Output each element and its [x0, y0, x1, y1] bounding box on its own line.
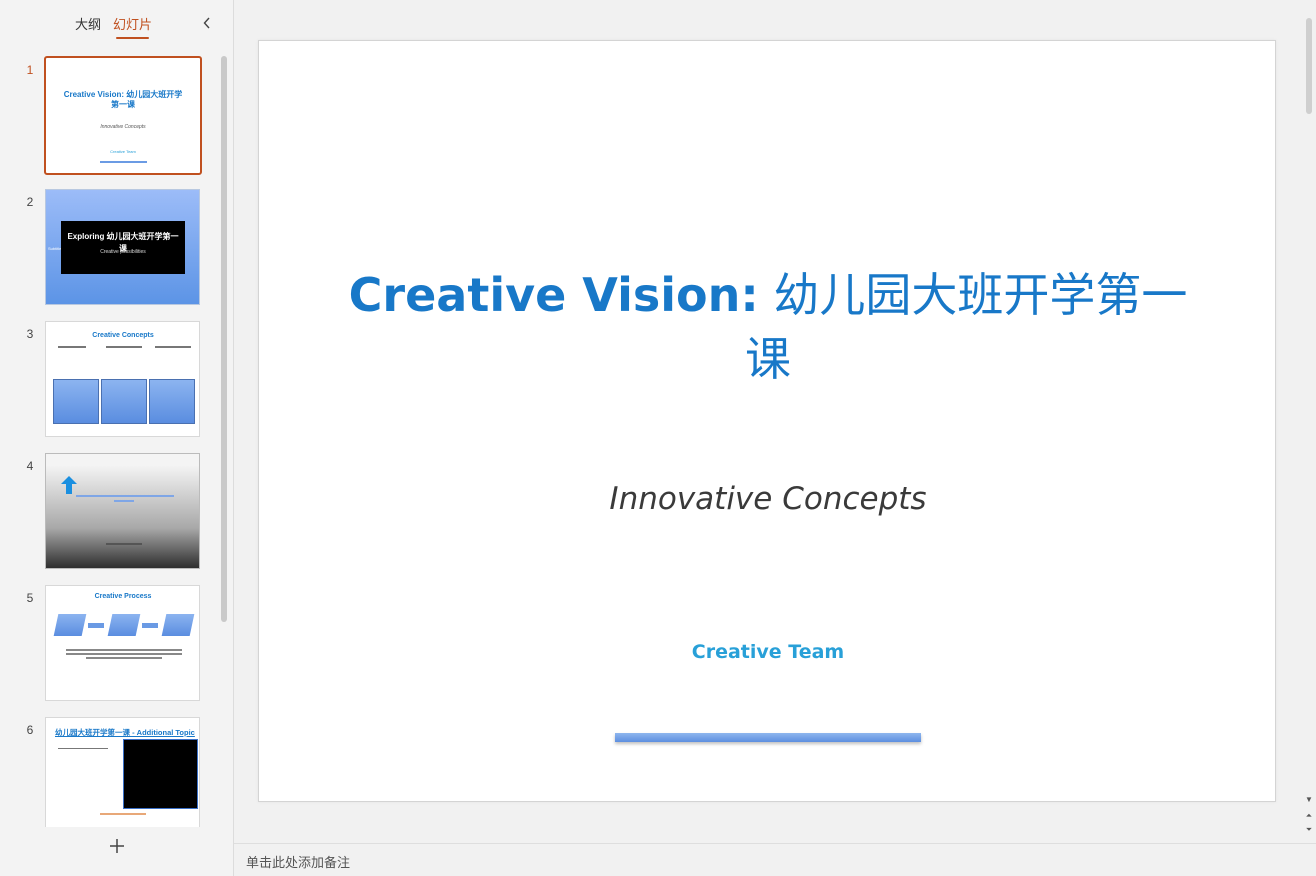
thumb-text-line [114, 500, 134, 502]
thumb-step [161, 614, 195, 636]
slide-number: 3 [26, 327, 34, 341]
thumb-dark-box: Exploring 幼儿园大班开学第一课 Creative possibilit… [61, 221, 185, 274]
slide-editor: Creative Vision: 幼儿园大班开学第一课 Innovative C… [234, 0, 1302, 843]
arrow-up-icon [61, 476, 77, 494]
slide-thumbnail-5[interactable]: Creative Process [45, 585, 200, 701]
slide-title-en: Creative Vision: [348, 268, 759, 322]
slide-team[interactable]: Creative Team [259, 641, 1277, 663]
thumb-bar [100, 161, 147, 163]
plus-icon [110, 839, 124, 853]
slide-number: 6 [26, 723, 34, 737]
thumb-text-line [58, 748, 108, 749]
thumbnail-row: 2 Subtitle Exploring 幼儿园大班开学第一课 Creative… [0, 189, 220, 307]
thumb-step [107, 614, 141, 636]
thumb-title: 幼儿园大班开学第一课 - Additional Topic [55, 728, 195, 737]
thumb-image [123, 739, 198, 809]
thumb-title: Creative Vision: 幼儿园大班开学第一课 [63, 90, 183, 109]
thumbnail-scrollbar[interactable] [221, 56, 227, 622]
thumb-text-line [100, 813, 146, 815]
slide-thumbnail-6[interactable]: 幼儿园大班开学第一课 - Additional Topic [45, 717, 200, 827]
thumb-box [149, 379, 195, 424]
thumbnail-row: 4 [0, 453, 220, 571]
slide-decorative-bar[interactable] [615, 733, 921, 742]
thumb-footer: Creative Team [110, 149, 136, 154]
slide-number: 2 [26, 195, 34, 209]
thumb-text-line [106, 346, 142, 348]
slide-number: 1 [26, 63, 34, 77]
thumb-box [53, 379, 99, 424]
slide-number: 4 [26, 459, 34, 473]
thumb-text-line [106, 543, 142, 545]
thumb-text-line [76, 495, 174, 497]
thumb-text-line [66, 649, 182, 651]
collapse-panel-button[interactable] [198, 12, 216, 34]
thumbnail-row: 3 Creative Concepts [0, 321, 220, 439]
thumb-text-line [58, 346, 86, 348]
thumb-text-line [86, 657, 162, 659]
slide-number: 5 [26, 591, 34, 605]
thumb-side-text: Subtitle [48, 246, 62, 251]
thumb-connector [88, 623, 104, 628]
slide-title[interactable]: Creative Vision: 幼儿园大班开学第一课 [339, 263, 1197, 391]
thumb-text-line [66, 653, 182, 655]
add-slide-button[interactable] [105, 834, 129, 858]
thumb-subtitle: Creative possibilities [100, 249, 146, 255]
slide-thumbnail-3[interactable]: Creative Concepts [45, 321, 200, 437]
next-slide-icon[interactable]: ⏷ [1303, 824, 1315, 836]
slide-subtitle[interactable]: Innovative Concepts [259, 481, 1277, 517]
thumb-box [101, 379, 147, 424]
thumb-connector [142, 623, 158, 628]
thumbnail-row: 6 幼儿园大班开学第一课 - Additional Topic [0, 717, 220, 835]
thumb-title: Creative Process [94, 593, 152, 600]
slide-thumbnail-2[interactable]: Subtitle Exploring 幼儿园大班开学第一课 Creative p… [45, 189, 200, 305]
editor-scrollbar[interactable]: ▼ ⏶ ⏷ [1302, 0, 1316, 843]
slide-thumbnail-4[interactable] [45, 453, 200, 569]
notes-pane[interactable]: 单击此处添加备注 [234, 843, 1316, 876]
thumb-text-line [155, 346, 191, 348]
scrollbar-thumb[interactable] [1306, 18, 1312, 114]
slide-canvas[interactable]: Creative Vision: 幼儿园大班开学第一课 Innovative C… [258, 40, 1276, 802]
scroll-down-icon[interactable]: ▼ [1303, 794, 1315, 806]
previous-slide-icon[interactable]: ⏶ [1303, 810, 1315, 822]
thumbnail-row: 5 Creative Process [0, 585, 220, 703]
slide-thumbnail-1[interactable]: Creative Vision: 幼儿园大班开学第一课 Innovative C… [44, 56, 202, 175]
tab-outline[interactable]: 大纲 [75, 14, 101, 33]
thumb-step [53, 614, 87, 636]
chevron-left-icon [203, 17, 210, 29]
thumb-title: Creative Concepts [92, 332, 154, 339]
slides-panel: 大纲 幻灯片 1 Creative Vision: 幼儿园大班开学第一课 Inn… [0, 0, 234, 876]
thumbnail-row: 1 Creative Vision: 幼儿园大班开学第一课 Innovative… [0, 56, 220, 175]
notes-placeholder[interactable]: 单击此处添加备注 [246, 852, 350, 871]
thumb-subtitle: Innovative Concepts [100, 124, 146, 130]
tab-slides[interactable]: 幻灯片 [113, 14, 152, 39]
slide-title-zh: 幼儿园大班开学第一课 [745, 268, 1188, 386]
